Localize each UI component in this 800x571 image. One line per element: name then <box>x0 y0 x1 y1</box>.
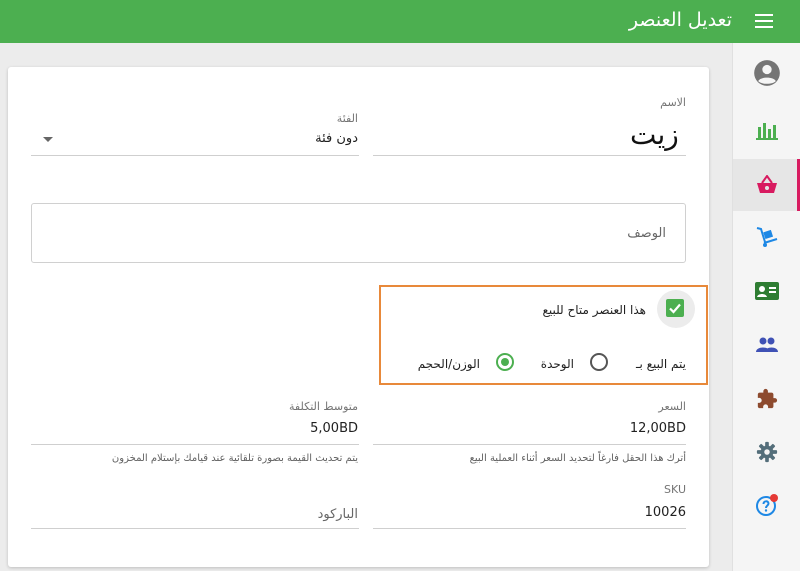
sidebar-item-reports[interactable] <box>733 105 800 157</box>
description-field[interactable]: الوصف <box>31 203 686 263</box>
price-underline <box>373 444 686 445</box>
price-label: السعر <box>658 400 686 413</box>
category-select[interactable]: دون فئة <box>315 131 358 146</box>
radio-unit[interactable] <box>590 353 608 371</box>
barcode-underline <box>31 528 359 529</box>
sidebar-item-inventory[interactable] <box>733 211 800 263</box>
cost-input[interactable]: 5,00BD <box>310 421 358 436</box>
page-title: تعديل العنصر <box>628 9 732 31</box>
sidebar-item-account[interactable] <box>733 47 800 99</box>
cost-underline <box>31 444 359 445</box>
sidebar-item-items[interactable] <box>733 159 800 211</box>
radio-weight-volume-label[interactable]: الوزن/الحجم <box>418 357 480 371</box>
bar-chart-icon <box>756 123 778 140</box>
account-circle-icon <box>754 60 780 86</box>
name-underline <box>373 155 686 156</box>
sidebar-item-settings[interactable] <box>733 426 800 478</box>
sidebar-item-users[interactable] <box>733 319 800 371</box>
gear-icon <box>756 441 778 463</box>
radio-weight-volume[interactable] <box>496 353 514 371</box>
price-input[interactable]: 12,00BD <box>630 421 686 436</box>
puzzle-icon <box>757 388 778 409</box>
cost-hint: يتم تحديث القيمة بصورة تلقائية عند قيامك… <box>111 453 358 464</box>
name-label: الاسم <box>660 96 686 109</box>
price-hint: أترك هذا الحقل فارغاً لتحديد السعر أثناء… <box>469 453 686 464</box>
name-input[interactable]: زيت <box>630 118 679 151</box>
sold-by-label: يتم البيع بـ <box>635 357 686 371</box>
barcode-input[interactable]: الباركود <box>318 507 358 522</box>
sidebar-item-help[interactable] <box>733 479 800 531</box>
chevron-down-icon[interactable] <box>43 137 53 142</box>
basket-icon <box>757 175 777 193</box>
sidebar-nav <box>732 43 800 571</box>
cost-label: متوسط التكلفة <box>289 400 358 413</box>
available-for-sale-label: هذا العنصر متاح للبيع <box>542 303 646 317</box>
sku-input[interactable]: 10026 <box>645 505 686 520</box>
top-app-bar: تعديل العنصر <box>0 0 800 43</box>
available-for-sale-checkbox[interactable] <box>657 290 695 328</box>
sku-label: SKU <box>664 483 686 496</box>
description-placeholder: الوصف <box>627 226 666 241</box>
people-icon <box>756 337 778 352</box>
checkbox-checked-icon <box>666 299 684 317</box>
sku-underline <box>373 528 686 529</box>
category-label: الفئة <box>336 112 358 125</box>
sidebar-item-contacts[interactable] <box>733 265 800 317</box>
id-card-icon <box>755 282 779 300</box>
hamburger-menu-icon[interactable] <box>755 14 773 28</box>
category-underline <box>31 155 359 156</box>
help-icon <box>756 494 778 516</box>
radio-unit-label[interactable]: الوحدة <box>541 357 574 371</box>
dolly-icon <box>756 227 778 247</box>
sidebar-item-extensions[interactable] <box>733 373 800 425</box>
